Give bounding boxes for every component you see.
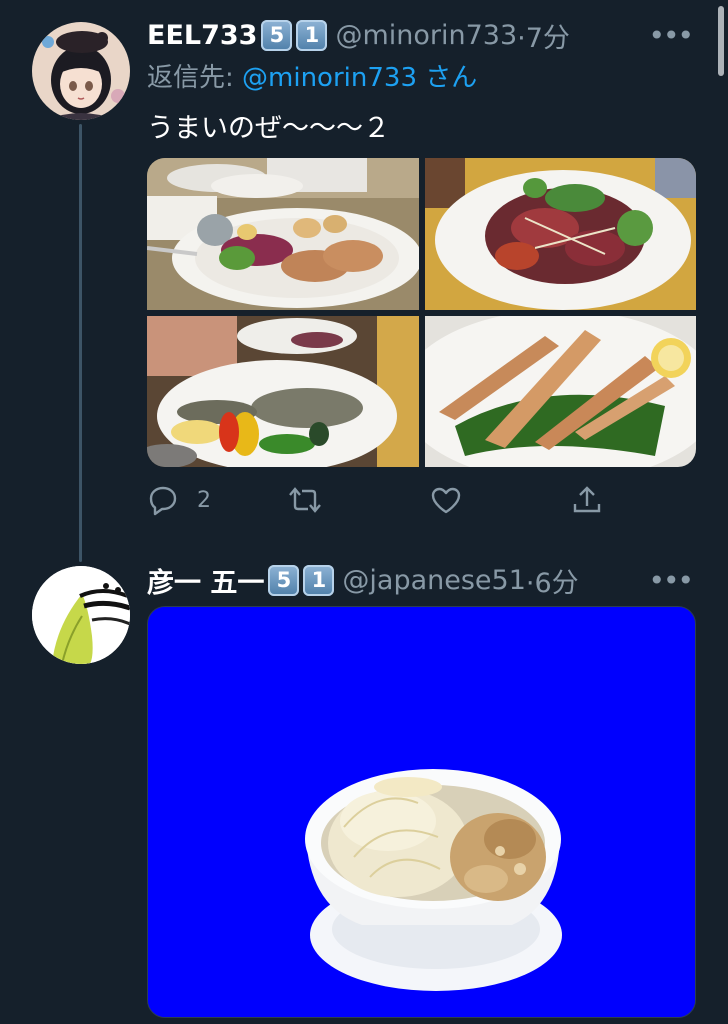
- media-photo-1[interactable]: [147, 158, 419, 310]
- reply-button[interactable]: 2: [147, 480, 211, 520]
- media-photo[interactable]: [147, 606, 696, 1018]
- like-icon: [430, 484, 462, 516]
- media-grid: [147, 158, 696, 467]
- reply-count: 2: [197, 487, 211, 513]
- more-options-icon[interactable]: •••: [648, 562, 694, 598]
- number-badge-5: 5: [268, 564, 300, 596]
- reply-mention-link[interactable]: @minorin733: [242, 63, 417, 93]
- timestamp[interactable]: ·7分: [517, 16, 570, 55]
- media-photo-2[interactable]: [425, 158, 696, 310]
- thread-connector-line: [79, 124, 82, 562]
- tweet-header: EEL733 5 1 @minorin733 ·7分: [147, 16, 570, 55]
- reply-prefix: 返信先:: [147, 63, 243, 93]
- user-handle[interactable]: @minorin733: [335, 20, 517, 51]
- share-button[interactable]: [571, 480, 603, 520]
- number-badge-1: 1: [303, 564, 335, 596]
- reply-suffix: さん: [417, 63, 478, 93]
- reply-icon: [147, 484, 179, 516]
- retweet-icon: [287, 484, 323, 516]
- media-photo-3[interactable]: [147, 316, 419, 467]
- avatar[interactable]: [32, 22, 130, 120]
- number-badge-5: 5: [261, 19, 293, 51]
- avatar[interactable]: [32, 566, 130, 664]
- tweet-text: うまいのぜ〜〜〜２: [147, 113, 390, 144]
- retweet-button[interactable]: [287, 480, 323, 520]
- timestamp[interactable]: ·6分: [526, 561, 579, 600]
- share-icon: [571, 484, 603, 516]
- user-handle[interactable]: @japanese51: [342, 565, 526, 596]
- reply-to-line: 返信先: @minorin733 さん: [147, 57, 477, 94]
- display-name[interactable]: 彦一 五一: [147, 561, 264, 600]
- tweet-header: 彦一 五一 5 1 @japanese51 ·6分: [147, 561, 579, 600]
- number-badge-1: 1: [296, 19, 328, 51]
- media-photo-4[interactable]: [425, 316, 696, 467]
- display-name[interactable]: EEL733: [147, 20, 257, 51]
- like-button[interactable]: [430, 480, 462, 520]
- scrollbar[interactable]: [718, 6, 724, 76]
- tweet-actions: 2: [147, 480, 617, 520]
- more-options-icon[interactable]: •••: [648, 17, 694, 53]
